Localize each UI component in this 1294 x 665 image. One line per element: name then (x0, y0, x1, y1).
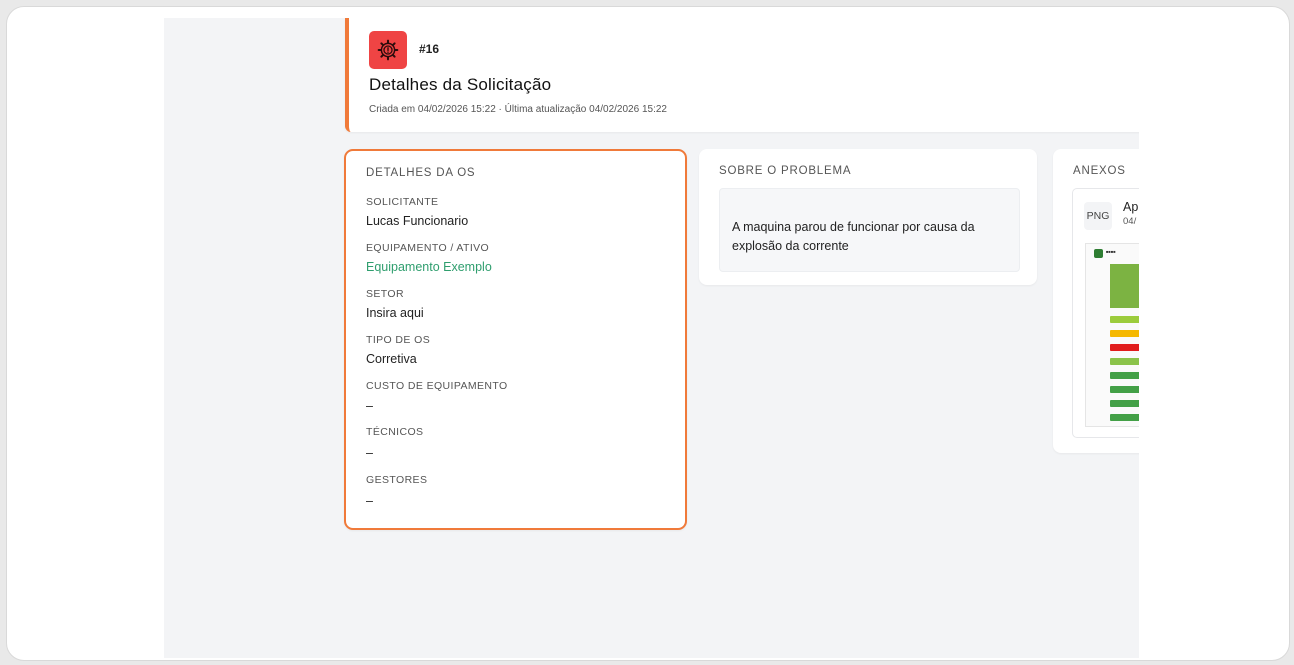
equipment-cost-value: – (366, 399, 373, 413)
app-content: #16 Detalhes da Solicitação Criada em 04… (164, 18, 1139, 658)
thumbnail-row (1110, 330, 1139, 337)
thumbnail-logo (1094, 249, 1103, 258)
requester-label: SOLICITANTE (366, 196, 439, 208)
thumbnail-row (1110, 358, 1139, 365)
thumbnail-row (1110, 386, 1139, 393)
equipment-cost-label: CUSTO DE EQUIPAMENTO (366, 380, 508, 392)
technicians-label: TÉCNICOS (366, 426, 424, 438)
png-file-icon: PNG (1084, 202, 1112, 230)
card-title: DETALHES DA OS (366, 167, 476, 179)
thumbnail-row (1110, 400, 1139, 407)
page-title: Detalhes da Solicitação (369, 75, 552, 94)
attachment-thumbnail[interactable]: ■■■■ (1085, 243, 1139, 427)
thumbnail-row (1110, 316, 1139, 323)
problem-description-box: A maquina parou de funcionar por causa d… (719, 188, 1020, 272)
equipment-link[interactable]: Equipamento Exemplo (366, 260, 492, 274)
technicians-value: – (366, 446, 373, 460)
thumbnail-header: ■■■■ (1106, 249, 1116, 254)
window-frame: #16 Detalhes da Solicitação Criada em 04… (6, 6, 1290, 661)
card-title: SOBRE O PROBLEMA (719, 165, 852, 177)
equipment-label: EQUIPAMENTO / ATIVO (366, 242, 490, 254)
os-details-card: DETALHES DA OS SOLICITANTE Lucas Funcion… (344, 149, 687, 530)
attachment-name: Ap (1123, 200, 1139, 214)
gear-alert-icon (369, 31, 407, 69)
problem-description: A maquina parou de funcionar por causa d… (732, 220, 975, 253)
attachment-date: 04/ (1123, 216, 1137, 227)
timestamps: Criada em 04/02/2026 15:22 · Última atua… (369, 104, 667, 115)
sector-value: Insira aqui (366, 306, 424, 320)
problem-card: SOBRE O PROBLEMA A maquina parou de func… (699, 149, 1037, 285)
ticket-number: #16 (419, 42, 440, 56)
thumbnail-panel (1110, 264, 1139, 308)
thumbnail-row (1110, 372, 1139, 379)
attachments-card: ANEXOS PNG Ap 04/ ■■■■ (1053, 149, 1139, 453)
sector-label: SETOR (366, 288, 404, 300)
managers-label: GESTORES (366, 474, 428, 486)
os-type-value: Corretiva (366, 352, 417, 366)
managers-value: – (366, 494, 373, 508)
attachment-item[interactable]: PNG Ap 04/ ■■■■ (1072, 188, 1139, 438)
request-header: #16 Detalhes da Solicitação Criada em 04… (345, 18, 1139, 132)
thumbnail-row (1110, 414, 1139, 421)
requester-value: Lucas Funcionario (366, 214, 469, 228)
thumbnail-row (1110, 344, 1139, 351)
os-type-label: TIPO DE OS (366, 334, 431, 346)
card-title: ANEXOS (1073, 165, 1126, 177)
